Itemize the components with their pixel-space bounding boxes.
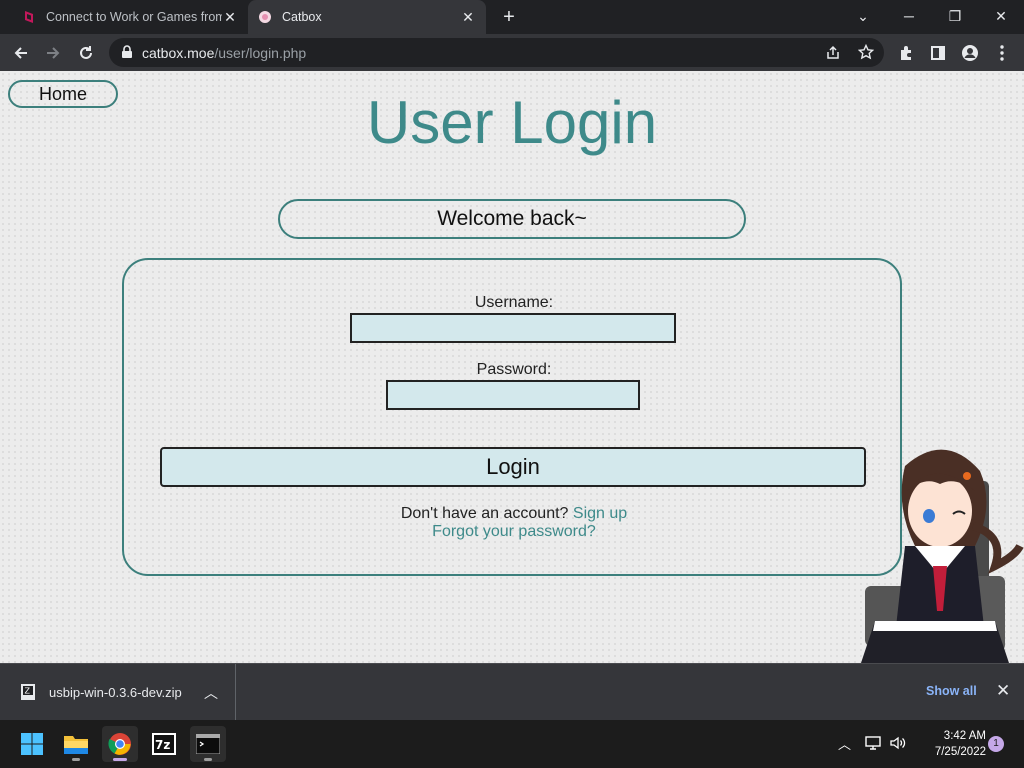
lock-icon bbox=[122, 45, 132, 58]
login-button[interactable]: Login bbox=[160, 447, 866, 487]
file-explorer-icon[interactable] bbox=[58, 726, 94, 762]
profile-icon[interactable] bbox=[957, 40, 983, 66]
terminal-icon[interactable] bbox=[190, 726, 226, 762]
extensions-icon[interactable] bbox=[893, 40, 919, 66]
svg-text:Z: Z bbox=[25, 687, 31, 696]
tab-catbox[interactable]: Catbox ✕ bbox=[248, 0, 486, 34]
network-icon[interactable] bbox=[865, 735, 883, 751]
username-label: Username: bbox=[474, 294, 554, 311]
clock-time: 3:42 AM bbox=[943, 730, 986, 742]
tab-search-chevron-icon[interactable]: ⌄ bbox=[851, 5, 875, 27]
close-download-bar-icon[interactable]: ✕ bbox=[996, 681, 1010, 701]
zip-file-icon: Z bbox=[21, 684, 35, 700]
side-panel-icon[interactable] bbox=[925, 40, 951, 66]
password-label: Password: bbox=[476, 361, 552, 378]
catbox-favicon-icon bbox=[259, 11, 271, 23]
restore-icon[interactable]: ❐ bbox=[943, 5, 967, 27]
download-item[interactable]: Z usbip-win-0.3.6-dev.zip ︿ bbox=[0, 664, 236, 720]
bookmark-star-icon[interactable] bbox=[858, 44, 874, 60]
volume-icon[interactable] bbox=[889, 735, 907, 751]
signup-line: Don't have an account? Sign up bbox=[124, 505, 904, 523]
notification-badge[interactable]: 1 bbox=[988, 736, 1004, 752]
running-indicator bbox=[204, 758, 212, 761]
chevron-up-tray-icon[interactable]: ︿ bbox=[838, 734, 851, 753]
url-text: catbox.moe/user/login.php bbox=[142, 45, 307, 61]
username-field[interactable] bbox=[350, 313, 676, 343]
signup-prompt: Don't have an account? bbox=[400, 505, 569, 522]
share-icon[interactable] bbox=[825, 45, 841, 61]
close-tab-icon[interactable]: ✕ bbox=[222, 9, 238, 26]
address-bar[interactable]: catbox.moe/user/login.php bbox=[109, 38, 884, 67]
running-indicator bbox=[72, 758, 80, 761]
download-bar: Z usbip-win-0.3.6-dev.zip ︿ Show all ✕ bbox=[0, 663, 1024, 720]
windows-start-icon[interactable] bbox=[14, 726, 50, 762]
tab-title: Connect to Work or Games from bbox=[46, 10, 222, 24]
signup-link[interactable]: Sign up bbox=[573, 505, 627, 522]
page-title: User Login bbox=[366, 89, 658, 156]
back-icon[interactable] bbox=[8, 40, 34, 66]
svg-text:7z: 7z bbox=[155, 738, 170, 752]
7zip-icon[interactable]: 7z bbox=[146, 726, 182, 762]
minimize-icon[interactable]: ─ bbox=[897, 5, 921, 27]
chrome-taskbar-icon[interactable] bbox=[102, 726, 138, 762]
browser-toolbar: catbox.moe/user/login.php bbox=[0, 34, 1024, 71]
chevron-up-icon[interactable]: ︿ bbox=[204, 683, 218, 703]
tab-connect[interactable]: Connect to Work or Games from ✕ bbox=[12, 0, 248, 34]
password-field[interactable] bbox=[386, 380, 640, 410]
taskbar: 7z ︿ 3:42 AM 7/25/2022 bbox=[0, 720, 1024, 768]
clock-date: 7/25/2022 bbox=[934, 746, 986, 758]
menu-dots-icon[interactable] bbox=[989, 40, 1015, 66]
welcome-banner: Welcome back~ bbox=[278, 199, 746, 239]
close-tab-icon[interactable]: ✕ bbox=[460, 9, 476, 26]
new-tab-icon[interactable]: + bbox=[498, 6, 520, 28]
active-indicator bbox=[113, 758, 127, 761]
tab-strip: Connect to Work or Games from ✕ Catbox ✕… bbox=[0, 0, 1024, 34]
page-content: Home User Login Welcome back~ Username: … bbox=[0, 71, 1024, 663]
system-clock[interactable]: 3:42 AM 7/25/2022 bbox=[916, 728, 986, 760]
show-all-link[interactable]: Show all bbox=[926, 684, 977, 698]
close-window-icon[interactable]: ✕ bbox=[989, 5, 1013, 27]
parsec-favicon-icon bbox=[25, 11, 33, 23]
anime-character-illustration bbox=[861, 449, 1024, 663]
login-form: Username: Password: Login Don't have an … bbox=[122, 258, 902, 576]
reload-icon[interactable] bbox=[73, 40, 99, 66]
tab-title: Catbox bbox=[282, 10, 322, 24]
forward-icon[interactable] bbox=[40, 40, 66, 66]
download-file-name: usbip-win-0.3.6-dev.zip bbox=[49, 684, 182, 700]
forgot-password-link[interactable]: Forgot your password? bbox=[124, 523, 904, 541]
